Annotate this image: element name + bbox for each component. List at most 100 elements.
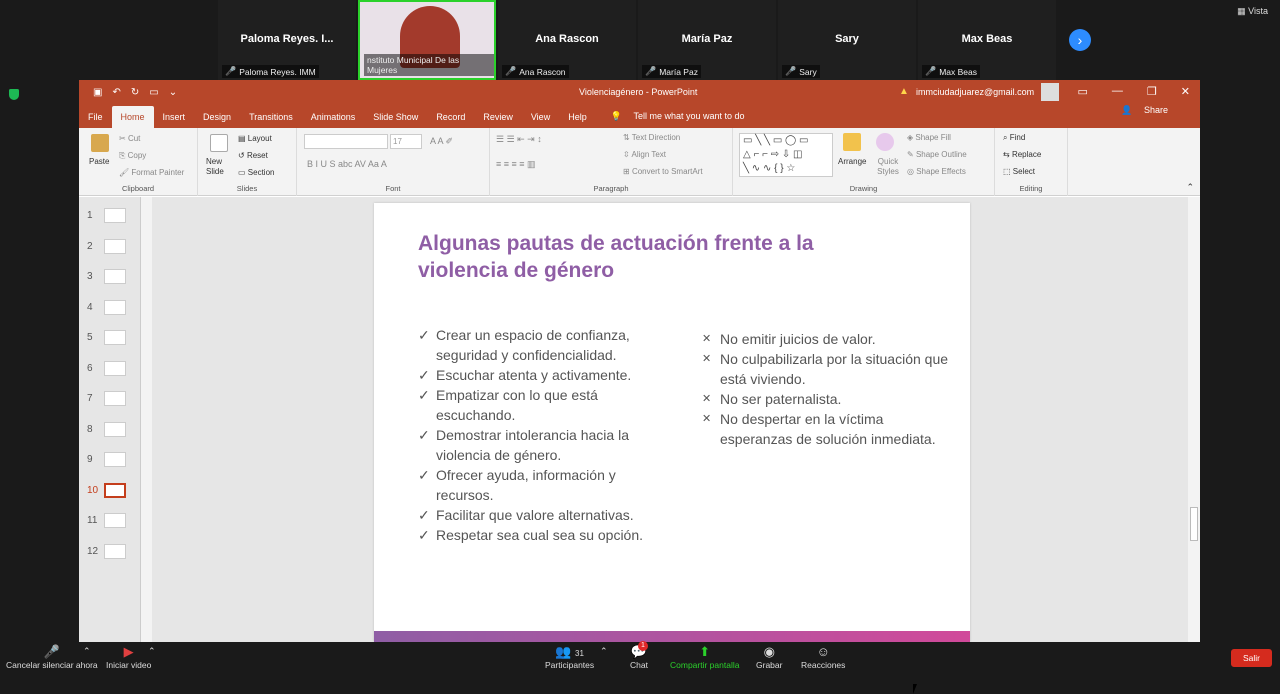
slide-thumbnail[interactable]: 5	[79, 327, 141, 351]
ribbon-display-icon[interactable]: ▭	[1078, 85, 1088, 98]
slide-thumbnail[interactable]: 8	[79, 419, 141, 443]
slide-thumbnail[interactable]: 11	[79, 510, 141, 534]
save-icon[interactable]: ▣	[93, 87, 102, 98]
shape-fill-button[interactable]: ◈ Shape Fill	[907, 133, 951, 142]
minimize-icon[interactable]: —	[1112, 85, 1123, 98]
thumbnail-image	[104, 208, 126, 223]
layout-button[interactable]: ▤ Layout	[238, 134, 272, 143]
start-video-button[interactable]: ▶ Iniciar video	[106, 644, 151, 670]
slide-thumbnail[interactable]: 9	[79, 449, 141, 473]
avatar[interactable]	[1041, 83, 1059, 101]
participant-tile[interactable]: Ana Rascon 🎤 Ana Rascon	[498, 0, 636, 80]
collapse-ribbon-icon[interactable]: ⌃	[1186, 182, 1194, 193]
section-button[interactable]: ▭ Section	[238, 168, 274, 177]
account-email[interactable]: immciudadjuarez@gmail.com	[916, 87, 1034, 97]
participant-label: 🎤 Paloma Reyes. IMM	[222, 65, 319, 78]
tab-animations[interactable]: Animations	[302, 112, 365, 128]
quick-styles-icon[interactable]	[876, 133, 894, 151]
font-size-input[interactable]: 17	[390, 134, 422, 149]
new-slide-button[interactable]: New Slide	[206, 157, 234, 177]
slide-thumbnail[interactable]: 10	[79, 480, 141, 504]
tab-transitions[interactable]: Transitions	[240, 112, 302, 128]
copy-button[interactable]: ⎘ Copy	[119, 151, 146, 161]
close-icon[interactable]: ✕	[1181, 85, 1190, 98]
check-icon: ✓	[418, 387, 430, 403]
tab-slide-show[interactable]: Slide Show	[364, 112, 427, 128]
tab-design[interactable]: Design	[194, 112, 240, 128]
customize-toolbar-icon[interactable]: ⌄	[169, 87, 177, 98]
cut-button[interactable]: ✂ Cut	[119, 134, 140, 143]
scrollbar-thumb[interactable]	[1190, 507, 1198, 541]
slide-number: 12	[87, 545, 99, 557]
tab-record[interactable]: Record	[427, 112, 474, 128]
tab-review[interactable]: Review	[474, 112, 522, 128]
arrange-icon[interactable]	[843, 133, 861, 151]
thumbnail-scrollbar[interactable]	[141, 197, 152, 642]
slide-thumbnail[interactable]: 3	[79, 266, 141, 290]
shape-effects-button[interactable]: ◎ Shape Effects	[907, 167, 966, 176]
tab-file[interactable]: File	[79, 112, 112, 128]
participant-tile[interactable]: María Paz 🎤 María Paz	[638, 0, 776, 80]
participant-tile[interactable]: Max Beas 🎤 Max Beas	[918, 0, 1056, 80]
slide[interactable]: Algunas pautas de actuación frente a la …	[374, 203, 970, 694]
paste-icon[interactable]	[91, 134, 109, 152]
replace-button[interactable]: ⇆ Replace	[1003, 150, 1041, 159]
text-direction-button[interactable]: ⇅ Text Direction	[623, 133, 680, 142]
audio-options-chevron-icon[interactable]: ⌃	[83, 646, 91, 657]
tab-view[interactable]: View	[522, 112, 559, 128]
start-from-beginning-icon[interactable]: ▭	[149, 87, 158, 98]
thumbnail-image	[104, 391, 126, 406]
slide-thumbnail[interactable]: 2	[79, 236, 141, 260]
view-button[interactable]: ▦ Vista	[1237, 6, 1268, 17]
font-format-icons[interactable]: B I U S abc AV Aa A	[307, 159, 387, 169]
shape-outline-button[interactable]: ✎ Shape Outline	[907, 150, 967, 159]
participants-button[interactable]: 👥 31 Participantes	[545, 644, 594, 670]
reactions-button[interactable]: ☺ Reacciones	[801, 644, 845, 670]
slide-scrollbar[interactable]	[1188, 197, 1200, 642]
do-list[interactable]: ✓ Crear un espacio de confianza, segurida…	[418, 325, 673, 545]
security-shield-icon	[9, 89, 19, 100]
font-grow-icon[interactable]: A A ✐	[430, 136, 453, 147]
slide-thumbnail[interactable]: 7	[79, 388, 141, 412]
slide-thumbnail[interactable]: 6	[79, 358, 141, 382]
slide-number: 8	[87, 423, 93, 435]
participant-tile[interactable]: nstituto Municipal De las Mujeres	[358, 0, 496, 80]
format-painter-button[interactable]: 🖌 Format Painter	[119, 168, 184, 177]
find-button[interactable]: ⌕ Find	[1003, 133, 1025, 143]
reset-button[interactable]: ↺ Reset	[238, 151, 268, 160]
participant-tile[interactable]: Paloma Reyes. I... 🎤 Paloma Reyes. IMM	[218, 0, 356, 80]
dont-list[interactable]: ✕ No emitir juicios de valor. ✕ No culpabil…	[702, 329, 952, 449]
next-page-button[interactable]: ›	[1069, 29, 1091, 51]
share-button[interactable]: 👤 Share	[1112, 105, 1186, 122]
participants-chevron-icon[interactable]: ⌃	[600, 646, 608, 657]
slide-title[interactable]: Algunas pautas de actuación frente a la …	[418, 230, 898, 284]
tab-home[interactable]: Home	[111, 106, 154, 128]
record-button[interactable]: ◉ Grabar	[756, 644, 782, 670]
paste-button[interactable]: Paste	[89, 157, 109, 166]
tell-me-search[interactable]: 💡 Tell me what you want to do	[602, 111, 763, 128]
redo-icon[interactable]: ↻	[131, 87, 139, 98]
tab-insert[interactable]: Insert	[154, 112, 195, 128]
undo-icon[interactable]: ↶	[112, 87, 120, 98]
slide-thumbnail[interactable]: 1	[79, 205, 141, 229]
share-screen-button[interactable]: ⬆ Compartir pantalla	[670, 644, 739, 670]
select-button[interactable]: ⬚ Select	[1003, 167, 1035, 176]
video-options-chevron-icon[interactable]: ⌃	[148, 646, 156, 657]
slide-thumbnail[interactable]: 4	[79, 297, 141, 321]
list-icons[interactable]: ☰ ☰ ⇤ ⇥ ↕	[496, 134, 542, 145]
new-slide-icon[interactable]	[210, 134, 228, 152]
restore-icon[interactable]: ❐	[1147, 85, 1157, 98]
quick-styles-button[interactable]: Quick Styles	[873, 157, 903, 177]
leave-button[interactable]: Salir	[1231, 649, 1272, 667]
participant-tile[interactable]: Sary 🎤 Sary	[778, 0, 916, 80]
tab-help[interactable]: Help	[559, 112, 596, 128]
warning-icon[interactable]: ▲	[899, 86, 909, 97]
shapes-gallery[interactable]: ▭ ╲ ╲ ▭ ◯ ▭ △ ⌐ ⌐ ⇨ ⇩ ◫ ╲ ∿ ∿ { } ☆	[739, 133, 833, 177]
align-text-button[interactable]: ⇳ Align Text	[623, 150, 666, 159]
arrange-button[interactable]: Arrange	[838, 157, 866, 166]
font-name-input[interactable]	[304, 134, 388, 149]
chat-button[interactable]: 💬 1 Chat	[630, 641, 648, 670]
alignment-icons[interactable]: ≡ ≡ ≡ ≡ ▥	[496, 159, 536, 170]
smartart-button[interactable]: ⊞ Convert to SmartArt	[623, 167, 703, 176]
slide-thumbnail[interactable]: 12	[79, 541, 141, 565]
